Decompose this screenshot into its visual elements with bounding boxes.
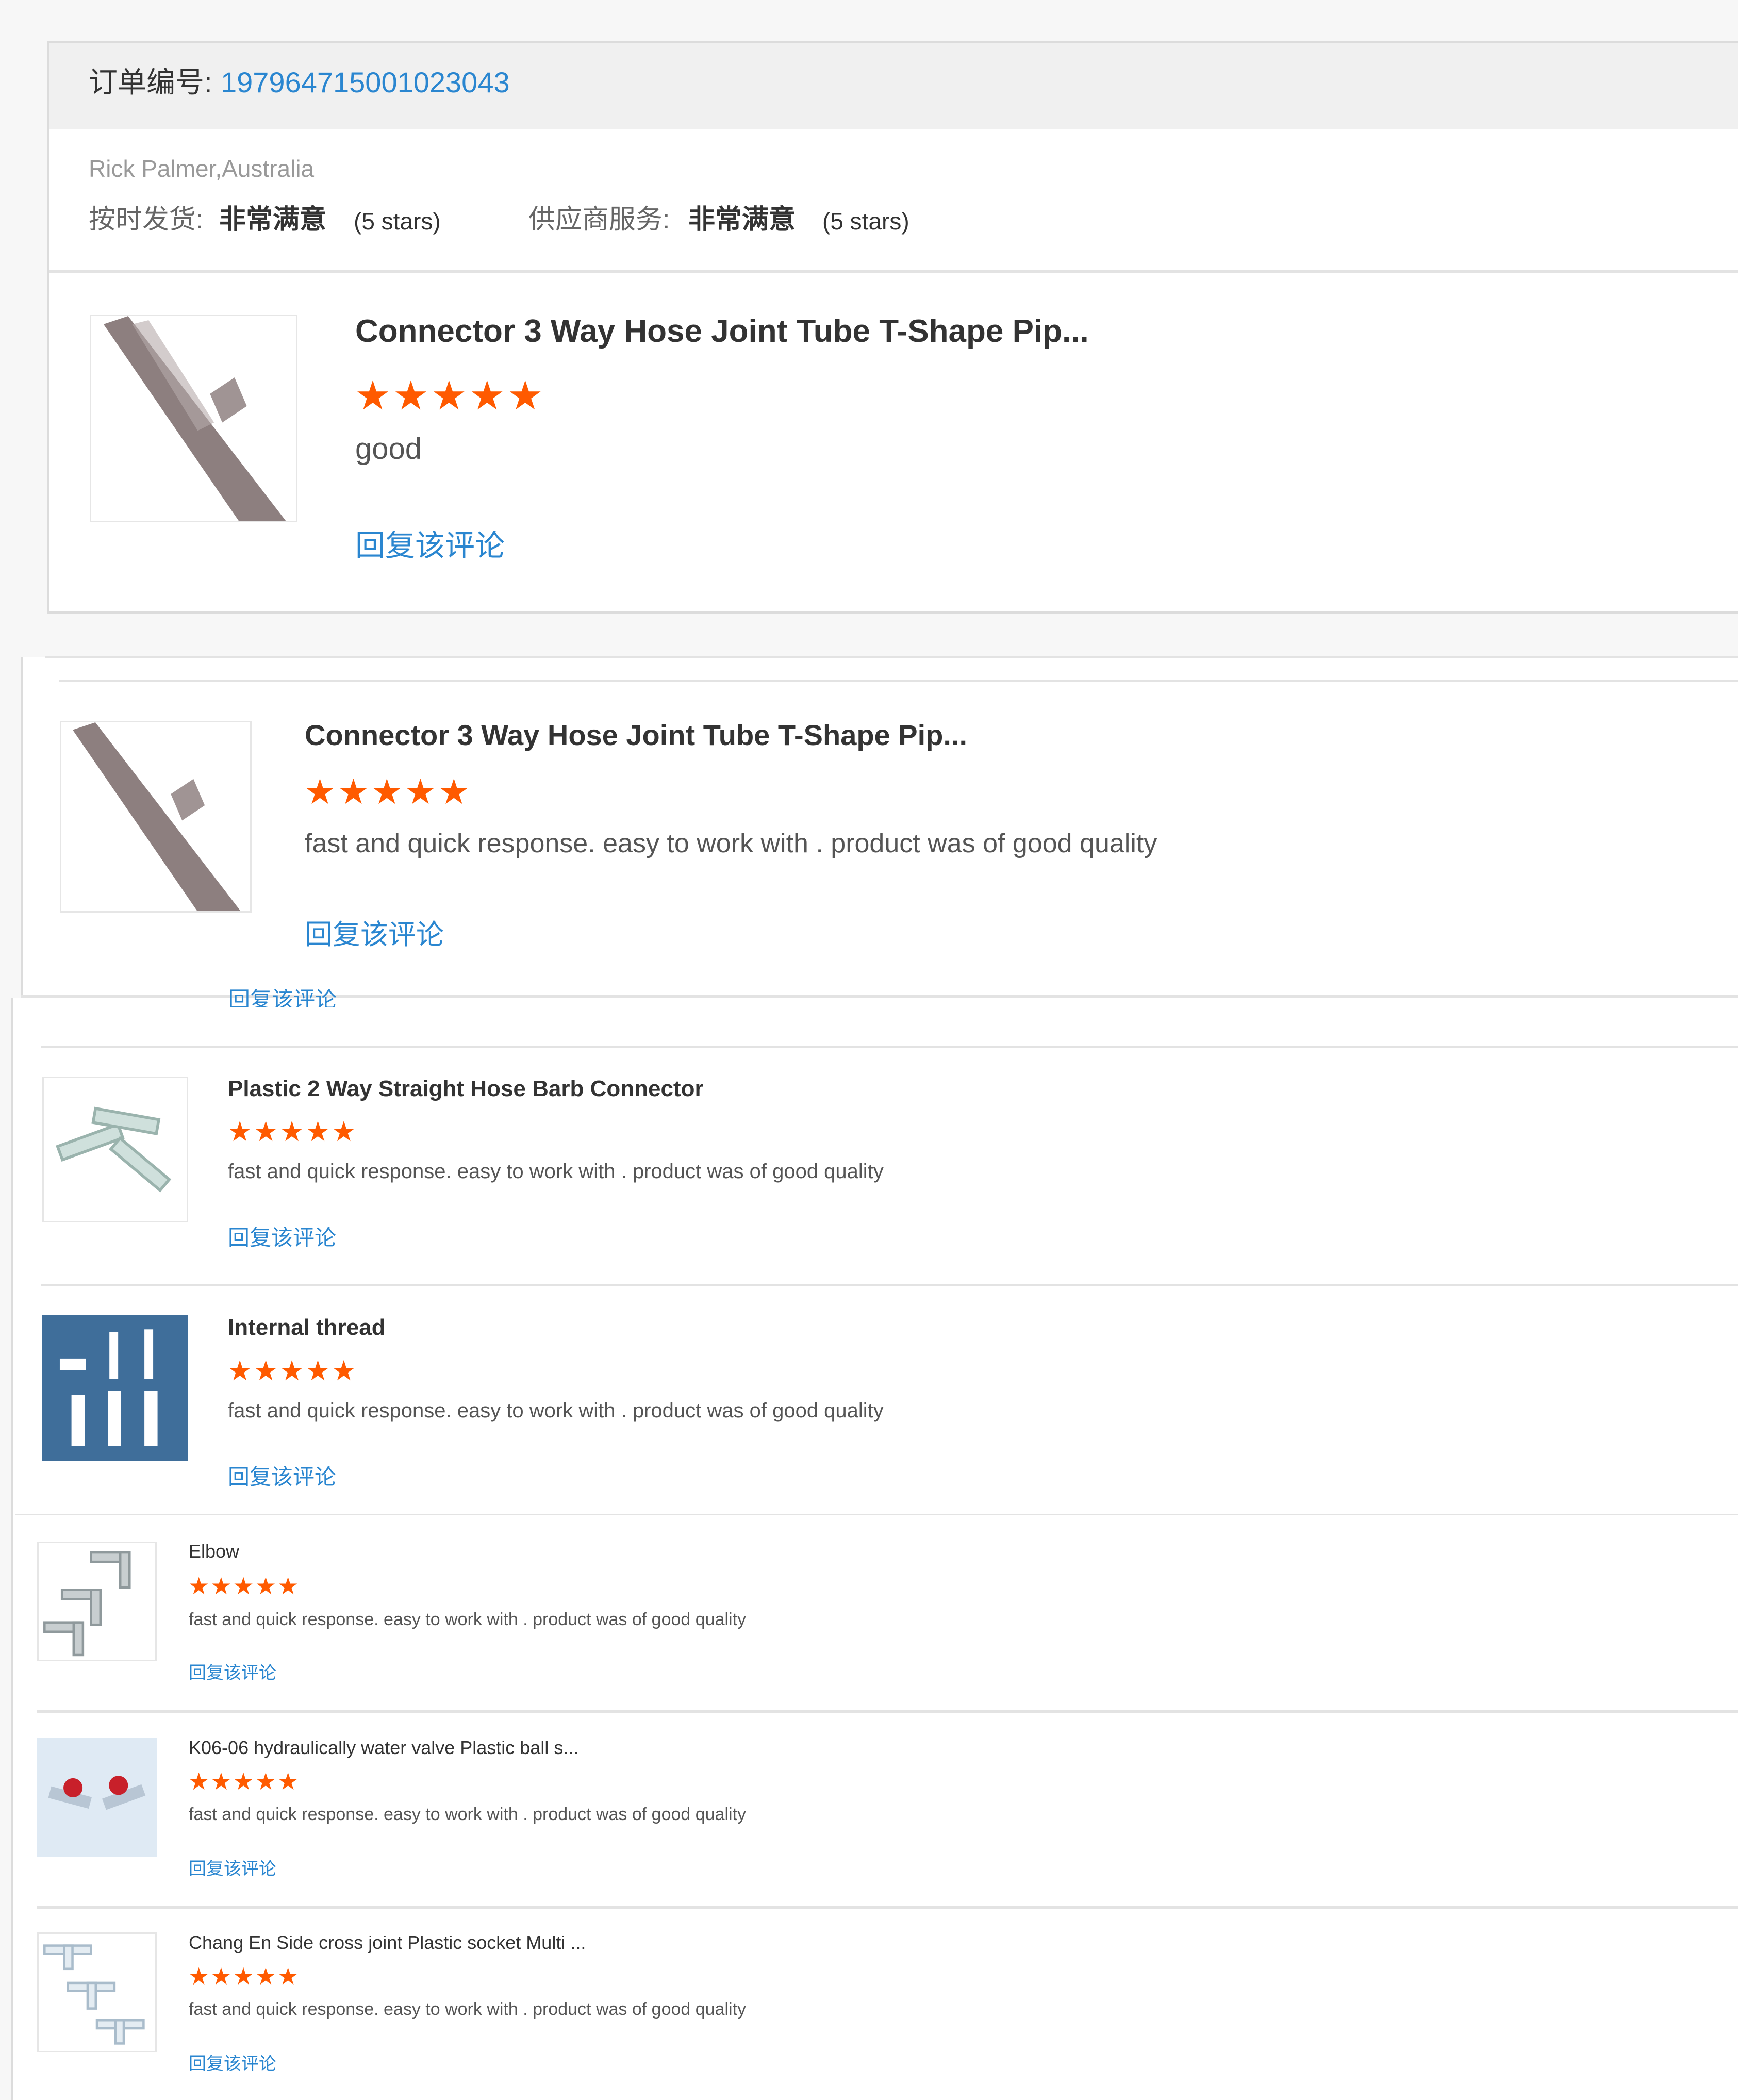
review-comment: fast and quick response. easy to work wi… bbox=[189, 1999, 747, 2019]
rating-stars: ★★★★★ bbox=[227, 1355, 358, 1386]
connector-image bbox=[72, 722, 241, 911]
item-divider bbox=[41, 1046, 1738, 1048]
item-divider bbox=[37, 1906, 1738, 1909]
order-number-link[interactable]: 1979647150010230​43 bbox=[221, 68, 510, 97]
item-divider bbox=[41, 1284, 1738, 1286]
shipping-rating-label: 按时发货: bbox=[89, 205, 204, 235]
product-image[interactable] bbox=[42, 1315, 188, 1461]
review-title[interactable]: Connector 3 Way Hose Joint Tube T-Shape … bbox=[355, 316, 1089, 348]
review-card-2 bbox=[21, 657, 1738, 998]
review-list-screenshot: { "order": { "label": "订单编号:", "number":… bbox=[0, 0, 1738, 2100]
rating-stars: ★★★★★ bbox=[188, 1963, 300, 1990]
straight-connector-image bbox=[56, 1106, 172, 1193]
item-divider bbox=[59, 680, 1738, 682]
rating-stars: ★★★★★ bbox=[188, 1768, 300, 1795]
review-comment: fast and quick response. easy to work wi… bbox=[189, 1610, 747, 1629]
connector-image bbox=[103, 316, 286, 521]
order-divider bbox=[49, 270, 1738, 273]
reply-link[interactable]: 回复该评论 bbox=[228, 1466, 336, 1490]
elbow-image bbox=[43, 1551, 131, 1657]
reply-link[interactable]: 回复该评论 bbox=[228, 1227, 336, 1249]
rating-stars: ★★★★★ bbox=[188, 1573, 300, 1599]
supplier-rating-value: 非常满意 bbox=[688, 205, 796, 235]
ball-valve-image bbox=[48, 1776, 146, 1810]
review-title[interactable]: K06-06 hydraulically water valve Plastic… bbox=[189, 1739, 578, 1757]
review-comment: fast and quick response. easy to work wi… bbox=[189, 1805, 747, 1824]
item-divider bbox=[37, 1710, 1738, 1713]
review-title[interactable]: Internal thread bbox=[228, 1316, 386, 1339]
review-comment: good bbox=[355, 432, 422, 466]
review-comment: fast and quick response. easy to work wi… bbox=[305, 829, 1157, 858]
shipping-rating-stars: (5 stars) bbox=[354, 208, 441, 235]
review-comment: fast and quick response. easy to work wi… bbox=[228, 1160, 884, 1183]
review-title[interactable]: Plastic 2 Way Straight Hose Barb Connect… bbox=[228, 1078, 704, 1100]
review-comment: fast and quick response. easy to work wi… bbox=[228, 1399, 884, 1422]
internal-thread-image bbox=[42, 1315, 188, 1461]
review-title[interactable]: Connector 3 Way Hose Joint Tube T-Shape … bbox=[305, 721, 967, 750]
rating-stars: ★★★★★ bbox=[304, 772, 472, 812]
reply-link[interactable]: 回复该评论 bbox=[189, 1860, 276, 1878]
order-number-label: 订单编号: bbox=[89, 66, 212, 98]
product-image[interactable] bbox=[37, 1542, 157, 1661]
rating-stars: ★★★★★ bbox=[227, 1116, 358, 1147]
product-image[interactable] bbox=[42, 1077, 188, 1222]
review-title[interactable]: Chang En Side cross joint Plastic socket… bbox=[189, 1933, 586, 1952]
buyer-name: Rick Palmer,Australia bbox=[89, 155, 315, 182]
review-title[interactable]: Elbow bbox=[189, 1542, 239, 1561]
reply-link[interactable]: 回复该评论 bbox=[189, 1664, 276, 1682]
reply-link-fragment[interactable]: 回复该评论 bbox=[228, 989, 337, 1007]
rating-stars: ★★★★★ bbox=[355, 373, 545, 418]
cross-joint-image bbox=[43, 1944, 145, 2045]
item-divider bbox=[15, 1514, 1738, 1515]
supplier-rating-stars: (5 stars) bbox=[822, 208, 909, 235]
reply-link[interactable]: 回复该评论 bbox=[355, 531, 505, 561]
reply-link[interactable]: 回复该评论 bbox=[189, 2055, 276, 2073]
reply-link[interactable]: 回复该评论 bbox=[305, 921, 444, 949]
product-image[interactable] bbox=[90, 315, 297, 522]
section-top-border bbox=[45, 656, 1738, 658]
product-image[interactable] bbox=[37, 1932, 157, 2052]
product-image[interactable] bbox=[37, 1738, 157, 1857]
supplier-rating-label: 供应商服务: bbox=[528, 205, 670, 235]
product-image[interactable] bbox=[60, 721, 252, 913]
shipping-rating-value: 非常满意 bbox=[219, 205, 327, 235]
